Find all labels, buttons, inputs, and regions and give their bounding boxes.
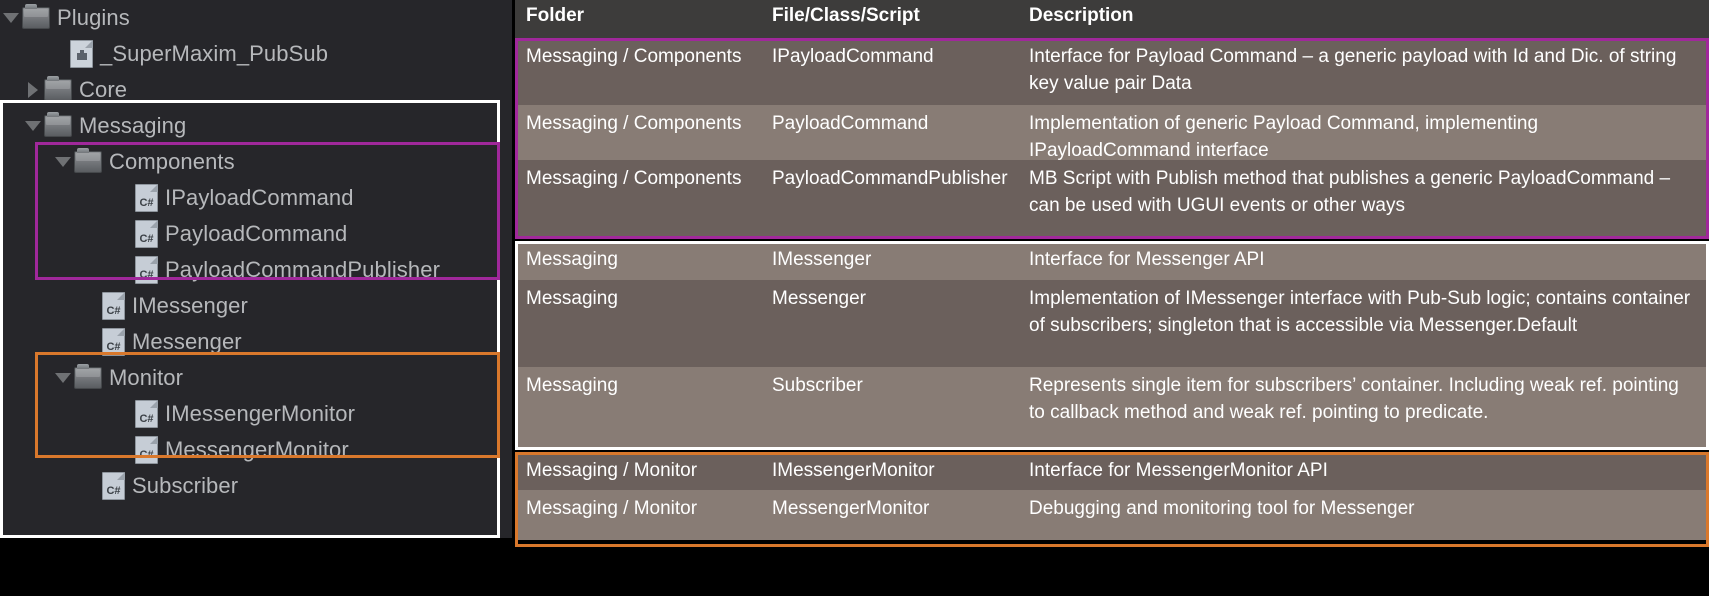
tree-item-monitor[interactable]: Monitor bbox=[0, 360, 512, 396]
tree-item-components[interactable]: Components bbox=[0, 144, 512, 180]
table-row[interactable]: Messaging / Monitor IMessengerMonitor Inte… bbox=[515, 452, 1709, 490]
cell-description: Implementation of IMessenger interface w… bbox=[1029, 288, 1691, 336]
cell-file: MessengerMonitor bbox=[772, 498, 930, 519]
cell-description: Debugging and monitoring tool for Messen… bbox=[1029, 498, 1415, 519]
tree-item-imessenger[interactable]: C# IMessenger bbox=[0, 288, 512, 324]
folder-icon bbox=[22, 4, 50, 29]
cell-description: Represents single item for subscribers’ … bbox=[1029, 375, 1679, 423]
cell-file: IMessenger bbox=[772, 249, 872, 270]
folder-icon bbox=[74, 364, 102, 389]
cell-file: IMessengerMonitor bbox=[772, 460, 935, 481]
csharp-icon: C# bbox=[135, 220, 158, 248]
column-header-folder: Folder bbox=[526, 5, 585, 26]
csharp-icon: C# bbox=[135, 256, 158, 284]
cell-file: PayloadCommand bbox=[772, 113, 929, 134]
tree-item-label: Core bbox=[79, 77, 128, 102]
csharp-icon: C# bbox=[102, 472, 125, 500]
table-header-row: Folder File/Class/Script Description bbox=[515, 0, 1709, 38]
cell-description: Implementation of generic Payload Comman… bbox=[1029, 113, 1539, 161]
chevron-down-icon[interactable] bbox=[52, 144, 74, 180]
folder-icon bbox=[74, 148, 102, 173]
folder-icon bbox=[44, 76, 72, 101]
folder-icon bbox=[44, 112, 72, 137]
cell-file: Subscriber bbox=[772, 375, 863, 396]
assembly-icon bbox=[70, 40, 93, 68]
tree-item-label: Subscriber bbox=[132, 473, 239, 498]
tree-item-label: PayloadCommandPublisher bbox=[165, 257, 441, 282]
cell-folder: Messaging / Monitor bbox=[526, 460, 698, 481]
tree-item-label: IPayloadCommand bbox=[165, 185, 354, 210]
cell-folder: Messaging bbox=[526, 249, 618, 270]
chevron-right-icon[interactable] bbox=[22, 72, 44, 108]
table-row[interactable]: Messaging IMessenger Interface for Messeng… bbox=[515, 241, 1709, 280]
chevron-down-icon[interactable] bbox=[52, 360, 74, 396]
cell-folder: Messaging bbox=[526, 375, 618, 396]
tree-item-label: Messenger bbox=[132, 329, 242, 354]
tree-item-label: PayloadCommand bbox=[165, 221, 348, 246]
tree-item-messaging[interactable]: Messaging bbox=[0, 108, 512, 144]
cell-file: IPayloadCommand bbox=[772, 46, 934, 67]
tree-item-label: Messaging bbox=[79, 113, 187, 138]
tree-item-ipayloadcommand[interactable]: C# IPayloadCommand bbox=[0, 180, 512, 216]
api-reference-table: Folder File/Class/Script Description Mes… bbox=[515, 0, 1709, 547]
cell-file: PayloadCommandPublisher bbox=[772, 168, 1008, 189]
tree-item-label: Components bbox=[109, 149, 235, 174]
tree-item-imessengermonitor[interactable]: C# IMessengerMonitor bbox=[0, 396, 512, 432]
cell-description: Interface for MessengerMonitor API bbox=[1029, 460, 1328, 481]
tree-item-messenger[interactable]: C# Messenger bbox=[0, 324, 512, 360]
cell-file: Messenger bbox=[772, 288, 866, 309]
table-row[interactable]: Messaging Messenger Implementation of IMes… bbox=[515, 280, 1709, 367]
cell-folder: Messaging bbox=[526, 288, 618, 309]
unity-project-tree-panel: Plugins _SuperMaxim_PubSub Core Messaging Co… bbox=[0, 0, 512, 538]
cell-description: MB Script with Publish method that publi… bbox=[1029, 168, 1671, 216]
csharp-icon: C# bbox=[135, 184, 158, 212]
tree-item-label: Monitor bbox=[109, 365, 184, 390]
table-row[interactable]: Messaging / Monitor MessengerMonitor Debug… bbox=[515, 490, 1709, 540]
tree-item-subscriber[interactable]: C# Subscriber bbox=[0, 468, 512, 504]
tree-item-payloadcommand[interactable]: C# PayloadCommand bbox=[0, 216, 512, 252]
tree-item-core[interactable]: Core bbox=[0, 72, 512, 108]
table-row[interactable]: Messaging / Components PayloadCommand Impl… bbox=[515, 105, 1709, 161]
screenshot-root: Plugins _SuperMaxim_PubSub Core Messaging Co… bbox=[0, 0, 1709, 596]
tree-item-label: _SuperMaxim_PubSub bbox=[100, 41, 329, 66]
tree-item-supermaxim-pubsub[interactable]: _SuperMaxim_PubSub bbox=[0, 36, 512, 72]
tree-item-label: IMessengerMonitor bbox=[165, 401, 355, 426]
csharp-icon: C# bbox=[102, 328, 125, 356]
chevron-down-icon[interactable] bbox=[0, 0, 22, 36]
cell-folder: Messaging / Components bbox=[526, 46, 742, 67]
tree-item-label: MessengerMonitor bbox=[165, 437, 349, 462]
cell-folder: Messaging / Monitor bbox=[526, 498, 698, 519]
csharp-icon: C# bbox=[135, 436, 158, 464]
table-row[interactable]: Messaging / Components IPayloadCommand Int… bbox=[515, 38, 1709, 105]
table-row[interactable]: Messaging Subscriber Represents single ite… bbox=[515, 367, 1709, 450]
cell-folder: Messaging / Components bbox=[526, 113, 742, 134]
csharp-icon: C# bbox=[135, 400, 158, 428]
tree-item-messengermonitor[interactable]: C# MessengerMonitor bbox=[0, 432, 512, 468]
table-row[interactable]: Messaging / Components PayloadCommandPubl… bbox=[515, 160, 1709, 239]
tree-item-label: Plugins bbox=[57, 5, 130, 30]
csharp-icon: C# bbox=[102, 292, 125, 320]
tree-row-list: Plugins _SuperMaxim_PubSub Core Messaging Co… bbox=[0, 0, 512, 504]
column-header-description: Description bbox=[1029, 5, 1134, 26]
tree-item-plugins[interactable]: Plugins bbox=[0, 0, 512, 36]
cell-description: Interface for Messenger API bbox=[1029, 249, 1265, 270]
cell-description: Interface for Payload Command – a generi… bbox=[1029, 46, 1677, 94]
chevron-down-icon[interactable] bbox=[22, 108, 44, 144]
cell-folder: Messaging / Components bbox=[526, 168, 742, 189]
column-header-file: File/Class/Script bbox=[772, 5, 920, 26]
tree-item-label: IMessenger bbox=[132, 293, 248, 318]
tree-item-payloadcommandpublisher[interactable]: C# PayloadCommandPublisher bbox=[0, 252, 512, 288]
